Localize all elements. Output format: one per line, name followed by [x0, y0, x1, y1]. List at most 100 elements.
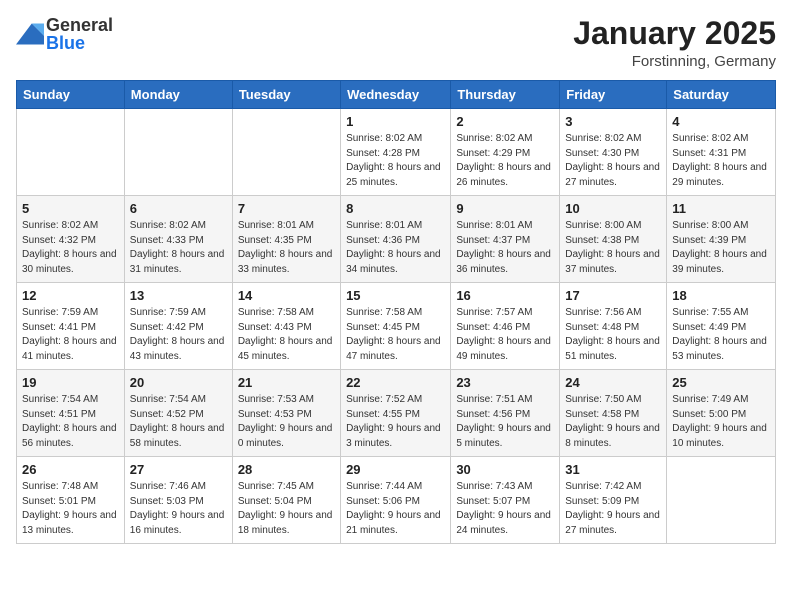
day-info: Sunrise: 7:44 AM Sunset: 5:06 PM Dayligh… [346, 480, 445, 538]
day-number: 18 [672, 288, 770, 303]
day-info: Sunrise: 7:54 AM Sunset: 4:51 PM Dayligh… [22, 393, 119, 451]
title-block: January 2025 Forstinning, Germany [573, 16, 776, 70]
day-info: Sunrise: 7:43 AM Sunset: 5:07 PM Dayligh… [456, 480, 554, 538]
day-info: Sunrise: 7:49 AM Sunset: 5:00 PM Dayligh… [672, 393, 770, 451]
day-number: 13 [130, 288, 227, 303]
day-cell: 5 Sunrise: 8:02 AM Sunset: 4:32 PM Daylig… [17, 196, 125, 283]
week-row-2: 5 Sunrise: 8:02 AM Sunset: 4:32 PM Daylig… [17, 196, 776, 283]
day-cell: 12Sunrise: 7:59 AM Sunset: 4:41 PM Dayli… [17, 283, 125, 370]
day-cell: 20 Sunrise: 7:54 AM Sunset: 4:52 PM Dayli… [124, 370, 232, 457]
day-info: Sunrise: 7:58 AM Sunset: 4:43 PM Dayligh… [238, 306, 335, 364]
day-number: 15 [346, 288, 445, 303]
day-cell: 13 Sunrise: 7:59 AM Sunset: 4:42 PM Dayli… [124, 283, 232, 370]
day-info: Sunrise: 8:00 AM Sunset: 4:38 PM Dayligh… [565, 219, 661, 277]
day-info: Sunrise: 7:50 AM Sunset: 4:58 PM Dayligh… [565, 393, 661, 451]
column-header-tuesday: Tuesday [232, 81, 340, 109]
column-header-monday: Monday [124, 81, 232, 109]
week-row-3: 12Sunrise: 7:59 AM Sunset: 4:41 PM Dayli… [17, 283, 776, 370]
day-number: 29 [346, 462, 445, 477]
day-cell: 23Sunrise: 7:51 AM Sunset: 4:56 PM Dayli… [451, 370, 560, 457]
day-number: 10 [565, 201, 661, 216]
day-number: 16 [456, 288, 554, 303]
day-number: 23 [456, 375, 554, 390]
day-cell: 9 Sunrise: 8:01 AM Sunset: 4:37 PM Daylig… [451, 196, 560, 283]
day-number: 7 [238, 201, 335, 216]
logo-icon [16, 20, 44, 48]
day-cell: 2Sunrise: 8:02 AM Sunset: 4:29 PM Daylig… [451, 109, 560, 196]
column-header-wednesday: Wednesday [341, 81, 451, 109]
day-info: Sunrise: 8:01 AM Sunset: 4:36 PM Dayligh… [346, 219, 445, 277]
day-info: Sunrise: 7:53 AM Sunset: 4:53 PM Dayligh… [238, 393, 335, 451]
calendar-subtitle: Forstinning, Germany [573, 53, 776, 70]
day-number: 8 [346, 201, 445, 216]
day-number: 22 [346, 375, 445, 390]
day-cell: 7 Sunrise: 8:01 AM Sunset: 4:35 PM Daylig… [232, 196, 340, 283]
day-number: 14 [238, 288, 335, 303]
day-number: 11 [672, 201, 770, 216]
logo: General Blue [16, 16, 113, 52]
day-number: 9 [456, 201, 554, 216]
day-info: Sunrise: 8:02 AM Sunset: 4:33 PM Dayligh… [130, 219, 227, 277]
day-number: 25 [672, 375, 770, 390]
day-cell: 24 Sunrise: 7:50 AM Sunset: 4:58 PM Dayli… [560, 370, 667, 457]
day-info: Sunrise: 7:42 AM Sunset: 5:09 PM Dayligh… [565, 480, 661, 538]
day-cell: 27Sunrise: 7:46 AM Sunset: 5:03 PM Dayli… [124, 457, 232, 544]
day-number: 24 [565, 375, 661, 390]
day-cell [124, 109, 232, 196]
header: General Blue January 2025 Forstinning, G… [16, 16, 776, 70]
day-number: 27 [130, 462, 227, 477]
day-cell: 31Sunrise: 7:42 AM Sunset: 5:09 PM Dayli… [560, 457, 667, 544]
day-info: Sunrise: 7:58 AM Sunset: 4:45 PM Dayligh… [346, 306, 445, 364]
day-cell [232, 109, 340, 196]
day-cell: 11Sunrise: 8:00 AM Sunset: 4:39 PM Dayli… [667, 196, 776, 283]
day-info: Sunrise: 7:59 AM Sunset: 4:42 PM Dayligh… [130, 306, 227, 364]
day-info: Sunrise: 8:01 AM Sunset: 4:37 PM Dayligh… [456, 219, 554, 277]
day-cell: 19 Sunrise: 7:54 AM Sunset: 4:51 PM Dayli… [17, 370, 125, 457]
day-number: 26 [22, 462, 119, 477]
day-info: Sunrise: 8:02 AM Sunset: 4:31 PM Dayligh… [672, 132, 770, 190]
day-number: 5 [22, 201, 119, 216]
day-number: 20 [130, 375, 227, 390]
week-row-4: 19 Sunrise: 7:54 AM Sunset: 4:51 PM Dayli… [17, 370, 776, 457]
day-number: 30 [456, 462, 554, 477]
day-cell: 26 Sunrise: 7:48 AM Sunset: 5:01 PM Dayli… [17, 457, 125, 544]
day-cell: 8 Sunrise: 8:01 AM Sunset: 4:36 PM Daylig… [341, 196, 451, 283]
calendar-title: January 2025 [573, 16, 776, 51]
logo-general: General [46, 16, 113, 34]
page: General Blue January 2025 Forstinning, G… [0, 0, 792, 612]
day-number: 17 [565, 288, 661, 303]
day-cell: 4 Sunrise: 8:02 AM Sunset: 4:31 PM Daylig… [667, 109, 776, 196]
logo-text: General Blue [46, 16, 113, 52]
day-info: Sunrise: 7:55 AM Sunset: 4:49 PM Dayligh… [672, 306, 770, 364]
column-header-friday: Friday [560, 81, 667, 109]
day-cell: 1Sunrise: 8:02 AM Sunset: 4:28 PM Daylig… [341, 109, 451, 196]
day-info: Sunrise: 8:01 AM Sunset: 4:35 PM Dayligh… [238, 219, 335, 277]
calendar-table: SundayMondayTuesdayWednesdayThursdayFrid… [16, 80, 776, 544]
day-info: Sunrise: 7:48 AM Sunset: 5:01 PM Dayligh… [22, 480, 119, 538]
day-info: Sunrise: 8:02 AM Sunset: 4:32 PM Dayligh… [22, 219, 119, 277]
day-info: Sunrise: 7:54 AM Sunset: 4:52 PM Dayligh… [130, 393, 227, 451]
day-number: 4 [672, 114, 770, 129]
week-row-1: 1Sunrise: 8:02 AM Sunset: 4:28 PM Daylig… [17, 109, 776, 196]
day-info: Sunrise: 7:56 AM Sunset: 4:48 PM Dayligh… [565, 306, 661, 364]
day-info: Sunrise: 7:57 AM Sunset: 4:46 PM Dayligh… [456, 306, 554, 364]
day-number: 12 [22, 288, 119, 303]
day-cell: 6 Sunrise: 8:02 AM Sunset: 4:33 PM Daylig… [124, 196, 232, 283]
day-cell: 30 Sunrise: 7:43 AM Sunset: 5:07 PM Dayli… [451, 457, 560, 544]
day-cell: 25 Sunrise: 7:49 AM Sunset: 5:00 PM Dayli… [667, 370, 776, 457]
day-cell: 22 Sunrise: 7:52 AM Sunset: 4:55 PM Dayli… [341, 370, 451, 457]
day-cell: 14 Sunrise: 7:58 AM Sunset: 4:43 PM Dayli… [232, 283, 340, 370]
day-info: Sunrise: 7:52 AM Sunset: 4:55 PM Dayligh… [346, 393, 445, 451]
day-number: 19 [22, 375, 119, 390]
day-info: Sunrise: 8:02 AM Sunset: 4:30 PM Dayligh… [565, 132, 661, 190]
day-cell: 10 Sunrise: 8:00 AM Sunset: 4:38 PM Dayli… [560, 196, 667, 283]
column-header-thursday: Thursday [451, 81, 560, 109]
day-cell: 15 Sunrise: 7:58 AM Sunset: 4:45 PM Dayli… [341, 283, 451, 370]
logo-blue: Blue [46, 34, 113, 52]
day-number: 1 [346, 114, 445, 129]
day-cell: 3Sunrise: 8:02 AM Sunset: 4:30 PM Daylig… [560, 109, 667, 196]
day-cell: 28Sunrise: 7:45 AM Sunset: 5:04 PM Dayli… [232, 457, 340, 544]
day-info: Sunrise: 7:45 AM Sunset: 5:04 PM Dayligh… [238, 480, 335, 538]
day-number: 6 [130, 201, 227, 216]
day-number: 2 [456, 114, 554, 129]
